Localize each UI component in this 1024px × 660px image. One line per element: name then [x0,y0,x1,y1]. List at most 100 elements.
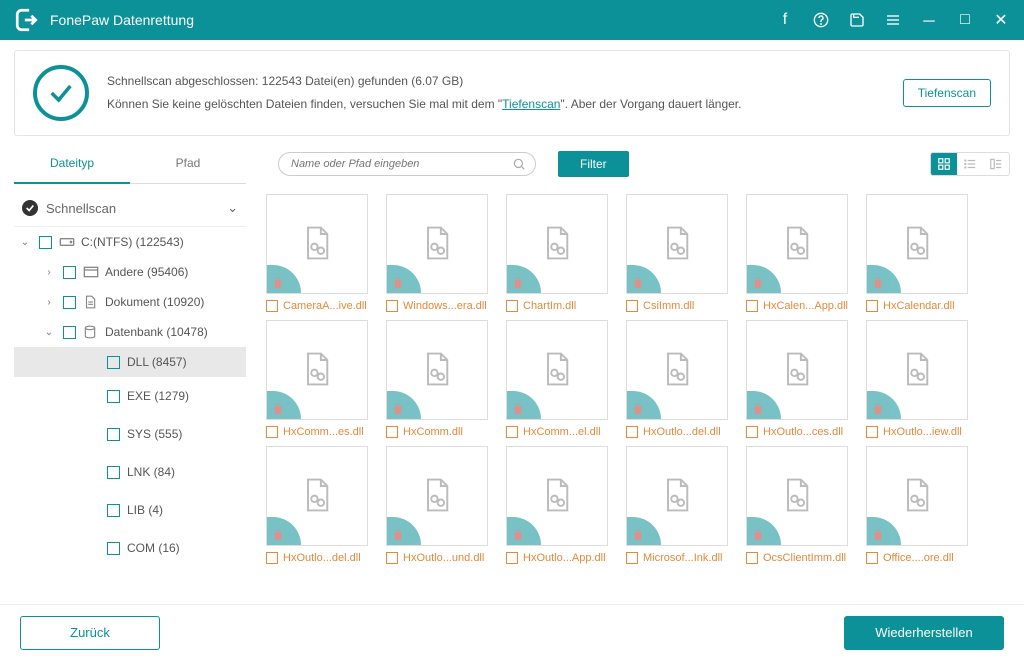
checkbox[interactable] [107,356,120,369]
file-thumb[interactable] [746,446,848,546]
file-icon [421,477,453,516]
tree-item-other[interactable]: › Andere (95406) [14,257,246,287]
file-card[interactable]: CameraA...ive.dll [266,194,368,312]
file-card[interactable]: Windows...era.dll [386,194,488,312]
file-card[interactable]: Office....ore.dll [866,446,968,564]
deepscan-button[interactable]: Tiefenscan [903,79,991,107]
view-list-icon[interactable] [957,153,983,175]
chevron-down-icon[interactable]: ⌄ [227,200,238,216]
checkbox[interactable] [266,552,278,564]
tree-head[interactable]: Schnellscan ⌄ [14,190,246,227]
checkbox[interactable] [386,426,398,438]
facebook-icon[interactable]: f [776,11,794,29]
recover-button[interactable]: Wiederherstellen [844,616,1004,650]
file-thumb[interactable] [266,446,368,546]
search-icon[interactable] [512,157,526,174]
checkbox[interactable] [866,426,878,438]
checkbox[interactable] [107,428,120,441]
checkbox[interactable] [506,300,518,312]
file-icon [901,477,933,516]
checkbox[interactable] [386,300,398,312]
file-thumb[interactable] [866,194,968,294]
view-grid-icon[interactable] [931,153,957,175]
tree-item-com[interactable]: COM (16) [14,529,246,567]
checkbox[interactable] [746,426,758,438]
checkbox[interactable] [746,552,758,564]
file-card[interactable]: HxCalen...App.dll [746,194,848,312]
file-thumb[interactable] [506,320,608,420]
checkbox[interactable] [266,426,278,438]
file-thumb[interactable] [626,194,728,294]
checkbox[interactable] [386,552,398,564]
file-card[interactable]: HxOutlo...iew.dll [866,320,968,438]
file-card[interactable]: OcsClientImm.dll [746,446,848,564]
file-thumb[interactable] [386,446,488,546]
checkbox[interactable] [626,426,638,438]
checkbox[interactable] [107,466,120,479]
minimize-icon[interactable]: － [920,8,938,32]
checkbox[interactable] [63,326,76,339]
file-thumb[interactable] [506,194,608,294]
tree-item-document[interactable]: › Dokument (10920) [14,287,246,317]
file-thumb[interactable] [266,320,368,420]
file-card[interactable]: HxOutlo...und.dll [386,446,488,564]
maximize-icon[interactable]: □ [956,11,974,29]
tree-item-dll[interactable]: DLL (8457) [14,347,246,377]
checkbox[interactable] [626,300,638,312]
file-name: HxOutlo...del.dll [643,426,721,438]
file-card[interactable]: HxComm...el.dll [506,320,608,438]
checkbox[interactable] [866,552,878,564]
tree-item-lib[interactable]: LIB (4) [14,491,246,529]
file-card[interactable]: HxOutlo...App.dll [506,446,608,564]
help-icon[interactable] [812,12,830,28]
file-card[interactable]: Microsof...Ink.dll [626,446,728,564]
tree-item-database[interactable]: ⌄ Datenbank (10478) [14,317,246,347]
file-thumb[interactable] [386,320,488,420]
file-card[interactable]: CsiImm.dll [626,194,728,312]
back-button[interactable]: Zurück [20,616,160,650]
checkbox[interactable] [506,552,518,564]
file-thumb[interactable] [626,446,728,546]
checkbox[interactable] [63,266,76,279]
file-thumb[interactable] [266,194,368,294]
tree-item-exe[interactable]: EXE (1279) [14,377,246,415]
file-card[interactable]: HxOutlo...del.dll [626,320,728,438]
checkbox[interactable] [107,390,120,403]
file-card[interactable]: ChartIm.dll [506,194,608,312]
file-thumb[interactable] [746,194,848,294]
file-card[interactable]: HxComm...es.dll [266,320,368,438]
close-icon[interactable]: ✕ [992,10,1010,30]
tab-path[interactable]: Pfad [130,144,246,184]
tree-item-lnk[interactable]: LNK (84) [14,453,246,491]
search-input[interactable] [278,152,536,176]
tree-item-drive[interactable]: ⌄ C:(NTFS) (122543) [14,227,246,257]
checkbox[interactable] [866,300,878,312]
checkbox[interactable] [63,296,76,309]
file-card[interactable]: HxComm.dll [386,320,488,438]
save-icon[interactable] [848,12,866,28]
file-thumb[interactable] [626,320,728,420]
checkbox[interactable] [506,426,518,438]
menu-icon[interactable] [884,12,902,28]
filter-button[interactable]: Filter [558,151,629,177]
file-card[interactable]: HxCalendar.dll [866,194,968,312]
file-thumb[interactable] [746,320,848,420]
view-detail-icon[interactable] [983,153,1009,175]
tab-filetype[interactable]: Dateityp [14,144,130,184]
file-card[interactable]: HxOutlo...del.dll [266,446,368,564]
checkbox[interactable] [39,236,52,249]
checkbox[interactable] [746,300,758,312]
file-thumb[interactable] [386,194,488,294]
file-thumb[interactable] [866,320,968,420]
tree-item-sys[interactable]: SYS (555) [14,415,246,453]
file-thumb[interactable] [866,446,968,546]
checkbox[interactable] [107,542,120,555]
file-name: CsiImm.dll [643,300,694,312]
checkbox[interactable] [107,504,120,517]
checkbox[interactable] [266,300,278,312]
deepscan-link[interactable]: Tiefenscan [502,97,560,111]
file-card[interactable]: HxOutlo...ces.dll [746,320,848,438]
tree-label: LNK (84) [127,465,175,479]
checkbox[interactable] [626,552,638,564]
file-thumb[interactable] [506,446,608,546]
